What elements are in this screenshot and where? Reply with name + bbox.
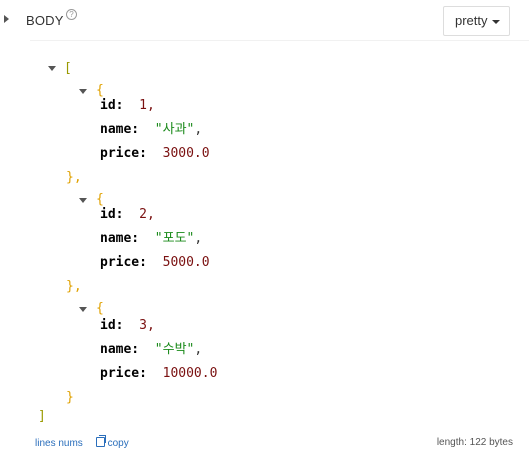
json-line: price: 10000.0 [100,365,217,383]
json-line: name: "수박", [100,341,202,359]
json-number: 3000.0 [162,146,210,161]
format-dropdown[interactable]: pretty [443,6,510,36]
json-comma: , [194,231,203,246]
json-comma: , [194,122,203,137]
json-key: id: [100,207,124,222]
json-string: "사과" [154,122,195,137]
body-label: BODY [26,13,64,28]
json-line: id: 2, [100,206,155,224]
json-line: name: "포도", [100,230,202,248]
json-line: id: 1, [100,97,155,115]
expand-toggle-icon[interactable] [4,15,9,23]
collapse-object-icon[interactable] [79,89,87,94]
json-number: 5000.0 [162,255,210,270]
collapse-array-icon[interactable] [48,66,56,71]
collapse-object-icon[interactable] [79,307,87,312]
json-key: name: [100,122,140,137]
collapse-object-icon[interactable] [79,198,87,203]
copy-link[interactable]: copy [95,435,129,449]
json-line: price: 5000.0 [100,254,210,272]
response-body-header: BODY ? pretty [0,0,529,42]
object-close-brace: } [66,390,74,405]
array-open-bracket: [ [64,61,72,76]
json-key: name: [100,231,140,246]
json-comma: , [194,342,203,357]
json-key: id: [100,98,124,113]
header-divider [30,40,529,41]
copy-label: copy [107,438,129,449]
json-line: id: 3, [100,317,155,335]
json-line: name: "사과", [100,121,202,139]
json-key: price: [100,366,147,381]
footer-actions: lines nums copy [35,435,129,449]
object-close-brace: }, [66,279,82,294]
json-line: price: 3000.0 [100,145,210,163]
object-open-brace: { [96,301,104,316]
json-key: name: [100,342,140,357]
help-icon[interactable]: ? [66,9,77,20]
json-number: 1, [139,98,155,113]
json-string: "포도" [154,231,195,246]
array-close-bracket: ] [38,409,46,424]
chevron-down-icon [492,20,500,24]
json-key: price: [100,255,147,270]
json-string: "수박" [154,342,195,357]
copy-icon [95,435,106,447]
json-number: 3, [139,318,155,333]
lines-nums-link[interactable]: lines nums [35,438,83,449]
object-close-brace: }, [66,170,82,185]
format-dropdown-label: pretty [455,13,488,28]
json-key: id: [100,318,124,333]
json-number: 2, [139,207,155,222]
content-length: length: 122 bytes [436,437,513,448]
json-key: price: [100,146,147,161]
json-number: 10000.0 [162,366,218,381]
